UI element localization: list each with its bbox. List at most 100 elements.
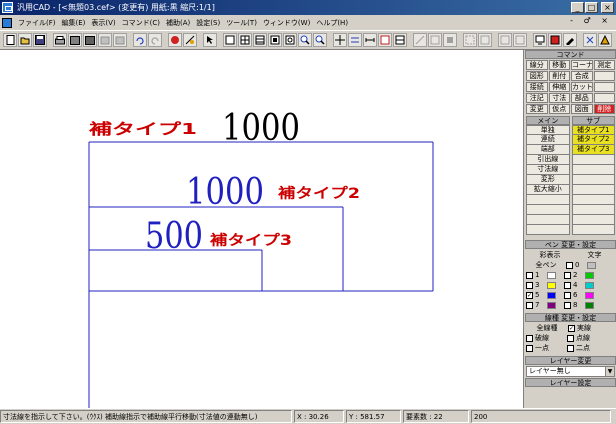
main-single[interactable]: 単独: [526, 125, 570, 135]
command-delete[interactable]: 削除: [593, 104, 615, 114]
zoom-window-icon[interactable]: [283, 33, 297, 47]
pen-1-swatch[interactable]: [547, 271, 556, 279]
menu-tools[interactable]: ツール(T): [223, 18, 260, 28]
main-empty[interactable]: [526, 195, 570, 205]
maximize-button[interactable]: □: [585, 2, 598, 13]
pen-2-swatch[interactable]: [585, 271, 594, 279]
pen-3-swatch[interactable]: [547, 281, 556, 289]
cabinet-icon[interactable]: [253, 33, 267, 47]
sub-empty[interactable]: [571, 165, 615, 175]
command-stretch[interactable]: 伸縮: [548, 82, 570, 92]
menu-assist[interactable]: 補助(A): [163, 18, 193, 28]
menu-file[interactable]: ファイル(F): [15, 18, 59, 28]
main-continuous[interactable]: 連続: [526, 135, 570, 145]
grid-icon[interactable]: [238, 33, 252, 47]
menu-edit[interactable]: 編集(E): [59, 18, 89, 28]
help-icon[interactable]: [583, 33, 597, 47]
copy-icon[interactable]: [113, 33, 127, 47]
pen-7-checkbox[interactable]: [526, 301, 533, 309]
command-move[interactable]: 移動: [548, 60, 570, 70]
command-compose[interactable]: 合成: [571, 71, 593, 81]
sub-empty[interactable]: [571, 175, 615, 185]
pen-1-checkbox[interactable]: [526, 271, 533, 279]
pen-3-checkbox[interactable]: [526, 281, 533, 289]
main-dim-line[interactable]: 寸法線: [526, 165, 570, 175]
view-icon[interactable]: [513, 33, 527, 47]
pen-6-swatch[interactable]: [585, 291, 594, 299]
line-dashed-checkbox[interactable]: [526, 334, 533, 342]
fill-icon[interactable]: [443, 33, 457, 47]
main-leader[interactable]: 引出線: [526, 155, 570, 165]
sub-type1[interactable]: 補タイプ1: [571, 125, 615, 135]
main-empty[interactable]: [526, 215, 570, 225]
close-button[interactable]: ×: [601, 2, 614, 13]
palette-icon[interactable]: [598, 33, 612, 47]
command-drawing[interactable]: 図面: [571, 104, 593, 114]
chevron-down-icon[interactable]: ▼: [605, 367, 614, 376]
pen-4-checkbox[interactable]: [564, 281, 571, 289]
document-icon[interactable]: [2, 17, 12, 28]
line-dotted-checkbox[interactable]: [567, 334, 574, 342]
command-temp-point[interactable]: 仮点: [548, 104, 570, 114]
command-connect[interactable]: 接続: [526, 82, 548, 92]
save-icon[interactable]: [33, 33, 47, 47]
layer-icon[interactable]: [498, 33, 512, 47]
monitor-icon[interactable]: [533, 33, 547, 47]
main-scale[interactable]: 拡大縮小: [526, 185, 570, 195]
drawing-canvas[interactable]: 1000 補タイプ1 1000 補タイプ2 500 補タイプ3: [0, 50, 524, 408]
command-empty[interactable]: [593, 93, 615, 103]
command-shape[interactable]: 図形: [526, 71, 548, 81]
text-icon[interactable]: [378, 33, 392, 47]
command-change[interactable]: 変更: [526, 104, 548, 114]
pen-5-checkbox[interactable]: ✓: [526, 291, 533, 299]
sub-empty[interactable]: [571, 155, 615, 165]
minimize-button[interactable]: _: [571, 2, 584, 13]
command-line[interactable]: 線分: [526, 60, 548, 70]
line-dashdotdot-checkbox[interactable]: [567, 344, 574, 352]
command-attach[interactable]: 削付: [548, 71, 570, 81]
edit-icon[interactable]: [563, 33, 577, 47]
command-note[interactable]: 注記: [526, 93, 548, 103]
menu-view[interactable]: 表示(V): [88, 18, 118, 28]
cut-icon[interactable]: [98, 33, 112, 47]
pen-2-checkbox[interactable]: [564, 271, 571, 279]
pen-8-checkbox[interactable]: [564, 301, 571, 309]
command-empty[interactable]: [593, 71, 615, 81]
zoom-in-icon[interactable]: [298, 33, 312, 47]
undo-icon[interactable]: [133, 33, 147, 47]
table-icon[interactable]: [393, 33, 407, 47]
pointer-icon[interactable]: [203, 33, 217, 47]
layer-select[interactable]: レイヤー無し ▼: [526, 366, 615, 377]
all-pen-label[interactable]: 全ペン: [526, 260, 566, 270]
zoom-out-icon[interactable]: [313, 33, 327, 47]
snap-icon[interactable]: [183, 33, 197, 47]
command-measure[interactable]: 測定: [593, 60, 615, 70]
pen-0-checkbox[interactable]: [566, 261, 573, 269]
command-corner[interactable]: コーナー: [571, 60, 593, 70]
pen-6-checkbox[interactable]: [564, 291, 571, 299]
color-icon[interactable]: [548, 33, 562, 47]
redo-icon[interactable]: [148, 33, 162, 47]
sub-type3[interactable]: 補タイプ3: [571, 145, 615, 155]
pen-4-swatch[interactable]: [585, 281, 594, 289]
rectangle-icon[interactable]: [223, 33, 237, 47]
command-parts[interactable]: 部品: [571, 93, 593, 103]
new-icon[interactable]: [3, 33, 17, 47]
sub-empty[interactable]: [571, 225, 615, 235]
main-transform[interactable]: 変形: [526, 175, 570, 185]
command-cut[interactable]: カット: [571, 82, 593, 92]
move-icon[interactable]: [333, 33, 347, 47]
fit-icon[interactable]: [268, 33, 282, 47]
sub-empty[interactable]: [571, 195, 615, 205]
main-empty[interactable]: [526, 225, 570, 235]
sub-empty[interactable]: [571, 215, 615, 225]
pen-0-swatch[interactable]: [587, 261, 596, 269]
mdi-controls[interactable]: - ♂ ×: [570, 16, 612, 25]
select-area-icon[interactable]: [463, 33, 477, 47]
stop-icon[interactable]: [168, 33, 182, 47]
select-cross-icon[interactable]: [478, 33, 492, 47]
command-dimension[interactable]: 寸法: [548, 93, 570, 103]
export-icon[interactable]: [83, 33, 97, 47]
ortho-icon[interactable]: [413, 33, 427, 47]
all-line-label[interactable]: 全線種: [526, 323, 568, 333]
